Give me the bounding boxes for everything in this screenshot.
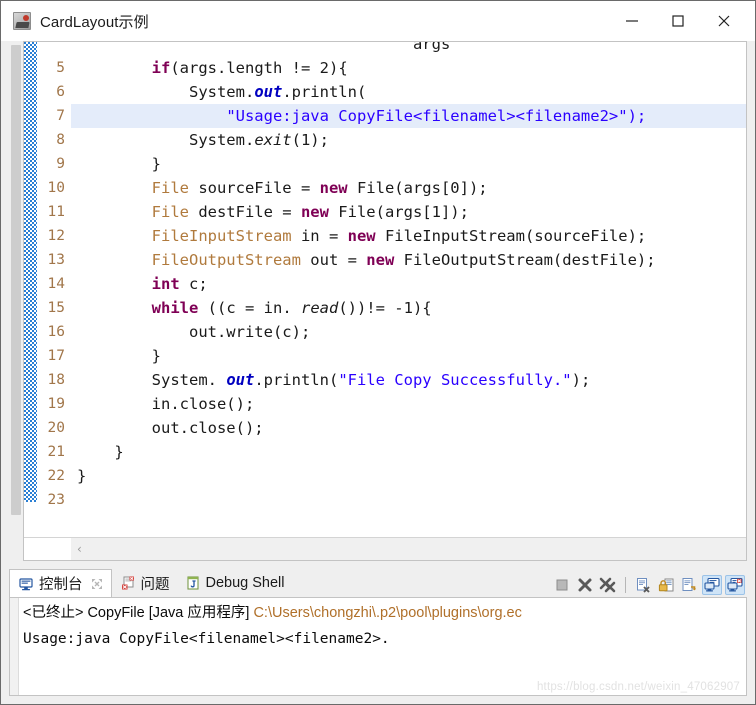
line-number: 7: [56, 108, 65, 124]
console-panel: 控制台 问题 Debug Shell <已终止> CopyFile [Java …: [9, 567, 747, 696]
console-icon: [19, 577, 33, 590]
line-number: 9: [56, 156, 65, 172]
code-line: out.close();: [77, 419, 264, 437]
close-button[interactable]: [701, 1, 747, 41]
line-number: 8: [56, 132, 65, 148]
window-title: CardLayout示例: [40, 13, 149, 31]
line-number: 6: [56, 84, 65, 100]
editor-rows: 5 6 7 8 9 10 11 12 13 14 15 16 17 18 19 …: [24, 42, 746, 537]
line-number: 18: [47, 372, 65, 388]
code-editor[interactable]: 5 6 7 8 9 10 11 12 13 14 15 16 17 18 19 …: [23, 41, 747, 561]
line-number: 23: [47, 492, 65, 508]
console-output-area[interactable]: <已终止> CopyFile [Java 应用程序] C:\Users\chon…: [9, 597, 747, 696]
window-content: 5 6 7 8 9 10 11 12 13 14 15 16 17 18 19 …: [1, 41, 755, 704]
maximize-button[interactable]: [655, 1, 701, 41]
xx-bold-icon: [599, 577, 616, 593]
line-number: 14: [47, 276, 65, 292]
line-number: 11: [47, 204, 65, 220]
open-console-button[interactable]: [725, 575, 745, 595]
code-text-area[interactable]: args if(args.length != 2){ System.out.pr…: [71, 42, 746, 537]
title-bar: CardLayout示例: [1, 1, 755, 41]
display-console-icon: [704, 577, 720, 592]
clear-console-button[interactable]: [633, 575, 653, 595]
clear-page-icon: [637, 578, 650, 593]
console-launch-path: C:\Users\chongzhi\.p2\pool\plugins\org.e…: [253, 605, 522, 621]
line-number: 19: [47, 396, 65, 412]
chevron-left-icon[interactable]: ‹: [71, 542, 82, 556]
tab-problems[interactable]: 问题: [112, 569, 177, 597]
console-tab-bar: 控制台 问题 Debug Shell: [9, 567, 747, 597]
problems-icon: [121, 576, 134, 590]
code-line: FileInputStream in = new FileInputStream…: [151, 227, 647, 245]
code-line-partial: args: [412, 42, 451, 53]
code-line: out.write(c);: [77, 323, 311, 341]
scrollbar-thumb[interactable]: [11, 45, 21, 515]
editor-region: 5 6 7 8 9 10 11 12 13 14 15 16 17 18 19 …: [9, 41, 747, 561]
wrap-icon: [682, 578, 696, 591]
remove-launch-button[interactable]: [575, 575, 595, 595]
console-text: <已终止> CopyFile [Java 应用程序] C:\Users\chon…: [19, 598, 746, 695]
display-selected-console-button[interactable]: [702, 575, 722, 595]
scroll-lock-button[interactable]: [656, 575, 676, 595]
code-line: File sourceFile = new File(args[0]);: [151, 179, 488, 197]
line-number: 15: [47, 300, 65, 316]
editor-horizontal-scrollbar[interactable]: ‹: [24, 537, 746, 560]
open-console-icon: [727, 577, 743, 592]
line-number: 20: [47, 420, 65, 436]
line-number: 12: [47, 228, 65, 244]
code-line: while ((c = in. read())!= -1){: [151, 299, 432, 317]
code-line: }: [77, 467, 87, 485]
line-number: 13: [47, 252, 65, 268]
console-gutter: [10, 598, 19, 695]
tab-debug-shell[interactable]: Debug Shell: [177, 569, 292, 597]
change-indicator-bar: [24, 42, 37, 502]
word-wrap-button[interactable]: [679, 575, 699, 595]
code-line: System. out.println("File Copy Successfu…: [77, 371, 591, 389]
editor-vertical-scrollbar[interactable]: [9, 41, 23, 561]
hscroll-gutter-pad: [24, 538, 71, 560]
console-toolbar: [552, 575, 747, 597]
line-number: 22: [47, 468, 65, 484]
lock-icon: [658, 578, 674, 592]
line-number: 21: [47, 444, 65, 460]
code-line: }: [77, 155, 161, 173]
tab-label: 控制台: [39, 577, 83, 593]
toolbar-separator: [625, 577, 626, 593]
console-launch-line: <已终止> CopyFile [Java 应用程序] C:\Users\chon…: [23, 600, 746, 626]
tab-console[interactable]: 控制台: [9, 569, 112, 597]
code-line: int c;: [151, 275, 208, 293]
tab-label: Debug Shell: [205, 575, 285, 591]
code-line: System.exit(1);: [77, 131, 329, 149]
code-line-highlighted: "Usage:java CopyFile<filenamel><filename…: [71, 104, 746, 128]
editor-gutter: 5 6 7 8 9 10 11 12 13 14 15 16 17 18 19 …: [24, 42, 71, 537]
x-bold-icon: [578, 578, 592, 592]
stop-square-icon: [556, 579, 568, 591]
line-number-ruler: 5 6 7 8 9 10 11 12 13 14 15 16 17 18 19 …: [37, 42, 71, 537]
terminate-button[interactable]: [552, 575, 572, 595]
code-line: if(args.length != 2){: [151, 59, 348, 77]
remove-all-terminated-button[interactable]: [598, 575, 618, 595]
code-line: }: [77, 347, 161, 365]
line-number: 5: [56, 60, 65, 76]
code-line: in.close();: [77, 395, 255, 413]
line-number: 16: [47, 324, 65, 340]
debug-shell-icon: [186, 576, 199, 590]
code-line: System.out.println(: [77, 83, 367, 101]
window-controls: [609, 1, 755, 41]
pin-tab-icon[interactable]: [90, 577, 104, 591]
code-line: FileOutputStream out = new FileOutputStr…: [151, 251, 656, 269]
line-number: 17: [47, 348, 65, 364]
application-window: CardLayout示例 5 6 7 8 9 10 11 12 13 14 15…: [0, 0, 756, 705]
minimize-button[interactable]: [609, 1, 655, 41]
code-line: }: [77, 443, 124, 461]
console-output-line: Usage:java CopyFile<filenamel><filename2…: [23, 631, 390, 647]
tab-label: 问题: [140, 576, 170, 593]
line-number: 10: [47, 180, 65, 196]
app-icon: [13, 12, 31, 30]
code-line: File destFile = new File(args[1]);: [151, 203, 469, 221]
console-launch-prefix: <已终止> CopyFile [Java 应用程序]: [23, 605, 254, 621]
